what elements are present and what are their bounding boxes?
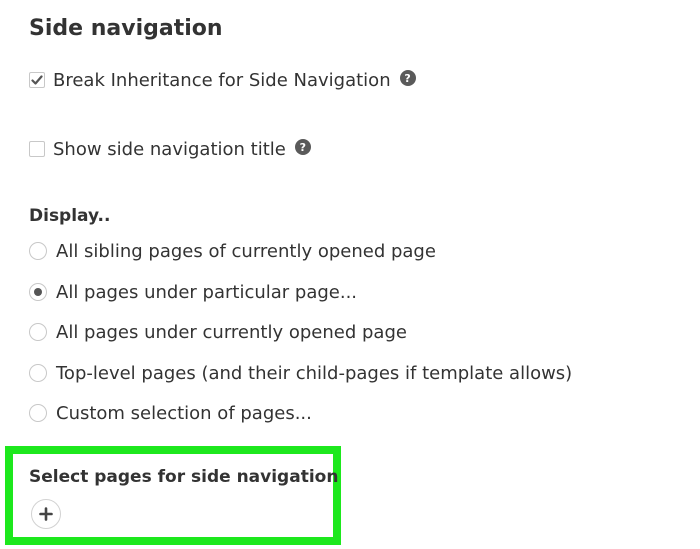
radio-button[interactable] [29, 404, 47, 422]
break-inheritance-label: Break Inheritance for Side Navigation [53, 69, 391, 91]
display-option-label: All sibling pages of currently opened pa… [56, 240, 436, 262]
radio-dot [34, 288, 42, 296]
break-inheritance-checkbox[interactable] [29, 72, 45, 88]
break-inheritance-option[interactable]: Break Inheritance for Side Navigation ? [29, 68, 416, 92]
display-option-2[interactable]: All pages under currently opened page [29, 320, 407, 344]
checkmark-icon [31, 75, 43, 85]
add-page-button[interactable] [31, 499, 61, 529]
plus-icon [39, 507, 53, 521]
display-option-label: All pages under particular page... [56, 281, 358, 303]
show-title-option[interactable]: Show side navigation title ? [29, 137, 311, 161]
display-option-3[interactable]: Top-level pages (and their child-pages i… [29, 361, 572, 385]
highlight-frame [5, 446, 341, 545]
display-label: Display.. [29, 206, 111, 226]
display-option-label: Custom selection of pages... [56, 402, 312, 424]
display-option-label: All pages under currently opened page [56, 321, 407, 343]
display-option-0[interactable]: All sibling pages of currently opened pa… [29, 239, 436, 263]
radio-button[interactable] [29, 242, 47, 260]
question-circle-icon[interactable]: ? [399, 70, 416, 86]
question-circle-icon[interactable]: ? [294, 139, 311, 155]
display-option-1[interactable]: All pages under particular page... [29, 280, 357, 304]
section-title: Side navigation [29, 16, 223, 41]
radio-button-selected[interactable] [29, 283, 47, 301]
radio-button[interactable] [29, 323, 47, 341]
select-pages-label: Select pages for side navigation [29, 467, 339, 487]
show-title-label: Show side navigation title [53, 138, 286, 160]
display-option-label: Top-level pages (and their child-pages i… [56, 362, 573, 384]
radio-button[interactable] [29, 364, 47, 382]
show-title-checkbox[interactable] [29, 141, 45, 157]
display-option-4[interactable]: Custom selection of pages... [29, 401, 312, 425]
